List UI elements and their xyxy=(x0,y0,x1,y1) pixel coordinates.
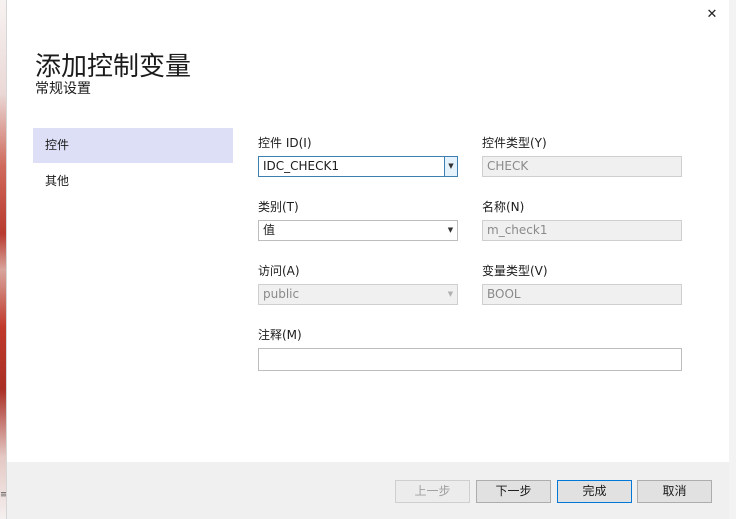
category-value: 值 xyxy=(263,223,276,237)
name-label: 名称(N) xyxy=(482,200,525,214)
chevron-down-icon[interactable]: ▼ xyxy=(444,221,457,240)
prev-button: 上一步 xyxy=(395,480,470,503)
dialog-subtitle: 常规设置 xyxy=(35,81,91,97)
screen: ≡ ✕ 添加控制变量 常规设置 控件 其他 控件 ID(I) IDC_CHECK… xyxy=(0,0,736,519)
nav-item-other[interactable]: 其他 xyxy=(33,164,233,199)
access-value: public xyxy=(263,287,300,301)
control-id-value: IDC_CHECK1 xyxy=(263,159,340,173)
close-icon[interactable]: ✕ xyxy=(703,6,721,24)
chevron-down-icon[interactable]: ▼ xyxy=(444,157,457,176)
chevron-down-icon: ▼ xyxy=(447,290,454,298)
background-window-right-edge xyxy=(729,0,736,519)
access-dropdown: public ▼ xyxy=(258,284,458,305)
control-id-label: 控件 ID(I) xyxy=(258,136,312,150)
dialog-footer: 上一步 下一步 完成 取消 xyxy=(7,462,729,519)
control-id-combobox[interactable]: IDC_CHECK1 ▼ xyxy=(258,156,458,177)
finish-button[interactable]: 完成 xyxy=(557,480,632,503)
cancel-button[interactable]: 取消 xyxy=(637,480,712,503)
next-button[interactable]: 下一步 xyxy=(476,480,551,503)
control-type-field: CHECK xyxy=(482,156,682,177)
category-label: 类别(T) xyxy=(258,200,299,214)
variable-type-label: 变量类型(V) xyxy=(482,264,548,278)
access-label: 访问(A) xyxy=(258,264,300,278)
variable-type-field: BOOL xyxy=(482,284,682,305)
nav-item-control[interactable]: 控件 xyxy=(33,128,233,163)
control-type-label: 控件类型(Y) xyxy=(482,136,547,150)
name-field: m_check1 xyxy=(482,220,682,241)
category-dropdown[interactable]: 值 ▼ xyxy=(258,220,458,241)
comment-input[interactable] xyxy=(258,348,682,371)
comment-label: 注释(M) xyxy=(258,328,302,342)
settings-nav: 控件 其他 xyxy=(33,128,233,200)
add-control-variable-dialog: ✕ 添加控制变量 常规设置 控件 其他 控件 ID(I) IDC_CHECK1 … xyxy=(6,0,730,519)
